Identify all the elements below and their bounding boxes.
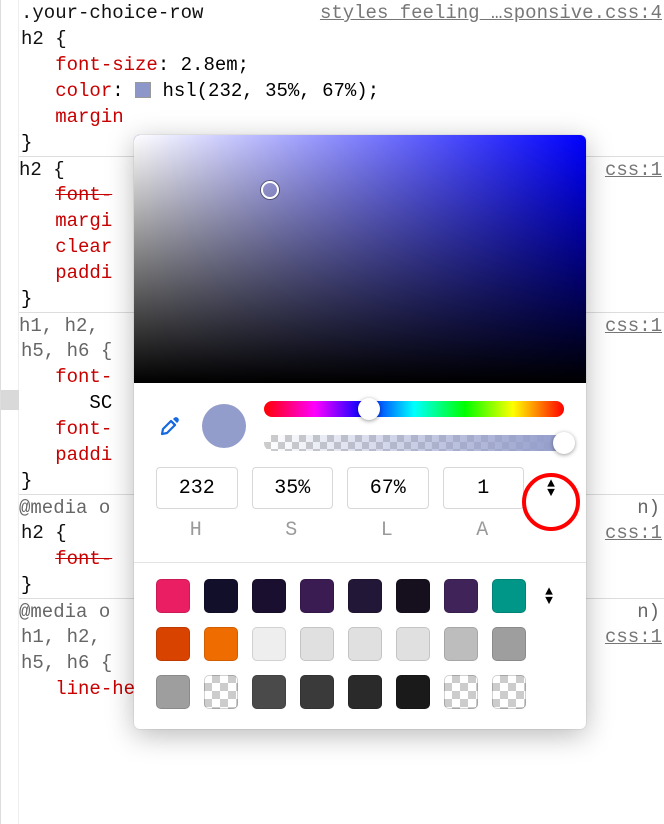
property-name[interactable]: font- (55, 366, 112, 388)
eyedropper-icon (158, 414, 182, 438)
hsla-inputs: H S L A ▲ ▼ (134, 463, 586, 548)
color-swatch[interactable] (135, 82, 151, 98)
declaration[interactable]: margin (21, 104, 664, 130)
property-name[interactable]: margin (55, 106, 123, 128)
palette-swatch[interactable] (252, 675, 286, 709)
rule-header: .your-choice-row styles_feeling_…sponsiv… (21, 0, 664, 26)
palette-swatch[interactable] (204, 627, 238, 661)
hue-thumb[interactable] (358, 398, 380, 420)
property-name[interactable]: font- (55, 418, 112, 440)
palette-swatch[interactable] (396, 627, 430, 661)
palette-swatch[interactable] (444, 675, 478, 709)
property-value[interactable]: hsl(232, 35%, 67%) (162, 80, 367, 102)
gutter (1, 0, 19, 824)
source-link[interactable]: styles_feeling_…sponsive.css:4 (320, 0, 664, 26)
alpha-input[interactable] (443, 467, 525, 509)
property-name[interactable]: paddi (55, 444, 112, 466)
property-name[interactable]: paddi (55, 262, 112, 284)
palette-swatch[interactable] (204, 579, 238, 613)
source-link[interactable]: css:1 (605, 520, 664, 546)
palette-swatch[interactable] (348, 627, 382, 661)
hue-slider[interactable] (264, 401, 564, 417)
lightness-input[interactable] (347, 467, 429, 509)
alpha-thumb[interactable] (553, 432, 575, 454)
gutter-mark (1, 390, 19, 410)
declaration[interactable]: color: hsl(232, 35%, 67%); (21, 78, 664, 104)
palette-swatch[interactable] (444, 627, 478, 661)
sliders (264, 401, 564, 451)
property-name[interactable]: margi (55, 210, 112, 232)
palette-swatch[interactable] (300, 675, 334, 709)
palette-swatch[interactable] (492, 627, 526, 661)
property-name[interactable]: font- (55, 548, 112, 570)
palette-swatch[interactable] (300, 627, 334, 661)
lightness-label: L (347, 519, 429, 542)
property-name[interactable]: font- (55, 184, 112, 206)
rule-open: h2 { (21, 26, 664, 52)
source-link[interactable]: css:1 (605, 624, 664, 650)
palette-swatch[interactable] (444, 579, 478, 613)
color-mode-toggle[interactable]: ▲ ▼ (538, 467, 564, 509)
chevron-down-icon: ▼ (540, 596, 558, 605)
styles-pane: .your-choice-row styles_feeling_…sponsiv… (0, 0, 664, 824)
chevron-down-icon: ▼ (547, 488, 555, 497)
palette-swatch[interactable] (492, 579, 526, 613)
swatch-palette: ▲▼ (134, 563, 586, 729)
hue-input[interactable] (156, 467, 238, 509)
eyedropper-button[interactable] (156, 412, 184, 440)
sl-cursor[interactable] (261, 181, 279, 199)
palette-swatch[interactable] (300, 579, 334, 613)
palette-swatch[interactable] (252, 627, 286, 661)
palette-swatch[interactable] (348, 675, 382, 709)
property-name[interactable]: font-size (55, 54, 158, 76)
selector[interactable]: .your-choice-row (21, 2, 203, 24)
palette-swatch[interactable] (156, 579, 190, 613)
palette-swatch[interactable] (348, 579, 382, 613)
palette-swatch[interactable] (252, 579, 286, 613)
color-picker: H S L A ▲ ▼ ▲▼ (134, 135, 586, 729)
palette-swatch[interactable] (492, 675, 526, 709)
palette-swatch[interactable] (396, 579, 430, 613)
hue-label: H (156, 519, 238, 542)
picker-mid-row (134, 383, 586, 463)
property-name[interactable]: clear (55, 236, 112, 258)
palette-swatch[interactable] (156, 675, 190, 709)
property-value[interactable]: 2.8em (181, 54, 238, 76)
palette-swatch[interactable] (204, 675, 238, 709)
saturation-input[interactable] (252, 467, 334, 509)
declaration[interactable]: font-size: 2.8em; (21, 52, 664, 78)
swatch-page-toggle[interactable]: ▲▼ (540, 587, 558, 605)
property-name[interactable]: color (55, 80, 112, 102)
alpha-label: A (443, 519, 525, 542)
selector[interactable]: h1, h2, (19, 315, 99, 337)
saturation-lightness-area[interactable] (134, 135, 586, 383)
alpha-slider[interactable] (264, 435, 564, 451)
palette-swatch[interactable] (156, 627, 190, 661)
source-link[interactable]: css:1 (605, 157, 664, 182)
source-link[interactable]: css:1 (605, 313, 664, 338)
palette-swatch[interactable] (396, 675, 430, 709)
saturation-label: S (252, 519, 334, 542)
color-preview (202, 404, 246, 448)
